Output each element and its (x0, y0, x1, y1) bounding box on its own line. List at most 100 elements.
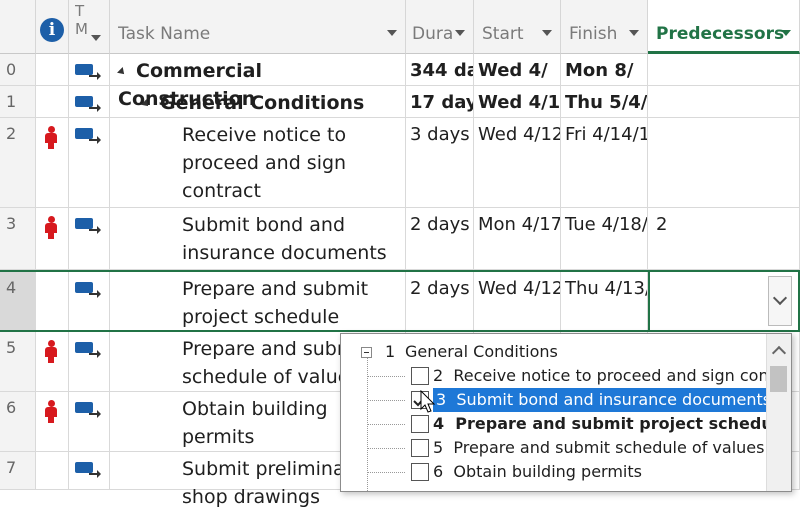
predecessors-cell[interactable] (648, 54, 800, 85)
finish-cell[interactable]: Mon 8/ (561, 54, 648, 85)
predecessors-cell[interactable] (648, 118, 800, 207)
table-row[interactable]: 3 Submit bond and insurance documents 2 … (0, 208, 800, 270)
finish-cell[interactable]: Thu 5/4/ (561, 86, 648, 117)
task-mode-cell[interactable] (69, 86, 110, 117)
duration-header[interactable]: Dura (406, 0, 474, 54)
row-id[interactable]: 2 (0, 118, 36, 207)
gantt-table: i T M Task Name Dura Start Finish Predec… (0, 0, 800, 508)
duration-dropdown-icon[interactable] (455, 30, 465, 36)
scroll-up-icon[interactable] (771, 345, 787, 361)
indicators-cell[interactable] (36, 332, 69, 391)
start-header[interactable]: Start (474, 0, 561, 54)
finish-cell[interactable]: Thu 4/13/17 (561, 272, 648, 330)
indicators-cell[interactable] (36, 86, 69, 117)
row-id[interactable]: 6 (0, 392, 36, 451)
predecessors-edit-cell[interactable] (648, 270, 800, 332)
finish-cell[interactable]: Tue 4/18/17 (561, 208, 648, 269)
row-id[interactable]: 5 (0, 332, 36, 391)
indicators-cell[interactable] (36, 118, 69, 207)
option-checkbox[interactable] (411, 367, 429, 385)
duration-cell[interactable]: 3 days (406, 118, 474, 207)
task-mode-cell[interactable] (69, 272, 110, 330)
predecessor-option[interactable]: 4 Prepare and submit project schedule (341, 412, 789, 436)
indicators-cell[interactable] (36, 272, 69, 330)
auto-scheduled-icon (75, 96, 101, 112)
task-name-dropdown-icon[interactable] (387, 30, 397, 36)
table-row[interactable]: 1 General Conditions 17 day Wed 4/1 Thu … (0, 86, 800, 118)
auto-scheduled-icon (75, 462, 101, 478)
task-mode-cell[interactable] (69, 452, 110, 489)
collapse-triangle-icon[interactable] (141, 98, 151, 109)
predecessor-option[interactable]: 2 Receive notice to proceed and sign con… (341, 364, 791, 388)
predecessors-header[interactable]: Predecessors (648, 0, 800, 54)
auto-scheduled-icon (75, 218, 101, 234)
option-checkbox[interactable] (411, 463, 429, 481)
task-mode-cell[interactable] (69, 208, 110, 269)
auto-scheduled-icon (75, 342, 101, 358)
collapse-icon[interactable] (361, 347, 372, 358)
table-row[interactable]: 2 Receive notice to proceed and sign con… (0, 118, 800, 208)
table-row[interactable]: 0 Commercial Construction 344 da Wed 4/ … (0, 54, 800, 110)
option-label: Prepare and submit project schedule (455, 414, 790, 433)
task-mode-cell[interactable] (69, 332, 110, 391)
option-checkbox[interactable] (411, 439, 429, 457)
auto-scheduled-icon (75, 128, 101, 144)
predecessors-dropdown-list[interactable]: 1 General Conditions 2 Receive notice to… (340, 333, 792, 492)
finish-header[interactable]: Finish (561, 0, 648, 54)
duration-cell[interactable]: 344 da (406, 54, 474, 85)
task-name-cell[interactable]: Submit bond and insurance documents (110, 208, 406, 269)
task-name-header[interactable]: Task Name (110, 0, 406, 54)
finish-dropdown-icon[interactable] (629, 30, 639, 36)
task-mode-dropdown-icon[interactable] (91, 35, 101, 41)
start-cell[interactable]: Mon 4/17/17 (474, 208, 561, 269)
duration-cell[interactable]: 2 days (406, 208, 474, 269)
finish-cell[interactable]: Fri 4/14/17 (561, 118, 648, 207)
indicators-cell[interactable] (36, 54, 69, 85)
option-num: 6 (433, 462, 444, 481)
row-id-header[interactable] (0, 0, 36, 54)
task-name-cell[interactable]: Receive notice to proceed and sign contr… (110, 118, 406, 207)
tree-branch (367, 472, 405, 473)
popup-scrollbar[interactable] (766, 334, 791, 491)
task-name-cell[interactable]: Commercial Construction (110, 54, 406, 110)
row-id[interactable]: 0 (0, 54, 36, 85)
start-cell[interactable]: Wed 4/12/17 (474, 118, 561, 207)
task-name-cell[interactable]: Prepare and submit project schedule (110, 272, 406, 330)
auto-scheduled-icon (75, 282, 101, 298)
collapse-triangle-icon[interactable] (117, 66, 127, 77)
start-cell[interactable]: Wed 4/12/17 (474, 272, 561, 330)
predecessor-option[interactable]: 5 Prepare and submit schedule of values (341, 436, 766, 460)
option-num: 3 (436, 390, 447, 409)
indicators-cell[interactable] (36, 392, 69, 451)
task-mode-header[interactable]: T M (69, 0, 110, 54)
indicators-header[interactable]: i (36, 0, 69, 54)
row-id[interactable]: 4 (0, 272, 36, 330)
start-dropdown-icon[interactable] (542, 30, 552, 36)
task-mode-cell[interactable] (69, 118, 110, 207)
predecessors-cell[interactable]: 2 (648, 208, 800, 269)
scroll-thumb[interactable] (770, 366, 787, 392)
predecessors-dropdown-button[interactable] (768, 276, 792, 326)
predecessor-option[interactable]: 3 Submit bond and insurance documents (341, 388, 775, 412)
group-num: 1 (385, 342, 396, 361)
duration-cell[interactable]: 17 day (406, 86, 474, 117)
indicators-cell[interactable] (36, 452, 69, 489)
start-cell[interactable]: Wed 4/ (474, 54, 561, 85)
predecessors-dropdown-icon[interactable] (781, 30, 791, 36)
task-name-text: Submit bond and insurance documents (182, 214, 387, 264)
duration-cell[interactable]: 2 days (406, 272, 474, 330)
predecessors-cell[interactable] (648, 86, 800, 117)
auto-scheduled-icon (75, 402, 101, 418)
row-id[interactable]: 1 (0, 86, 36, 117)
option-checkbox[interactable] (411, 415, 429, 433)
task-name-label: Task Name (118, 24, 211, 44)
indicators-cell[interactable] (36, 208, 69, 269)
group-node[interactable]: 1 General Conditions (341, 340, 766, 364)
row-id[interactable]: 7 (0, 452, 36, 489)
row-id[interactable]: 3 (0, 208, 36, 269)
task-mode-cell[interactable] (69, 392, 110, 451)
start-cell[interactable]: Wed 4/1 (474, 86, 561, 117)
task-name-cell[interactable]: General Conditions (110, 86, 406, 117)
predecessor-option[interactable]: 6 Obtain building permits (341, 460, 766, 484)
task-mode-cell[interactable] (69, 54, 110, 85)
